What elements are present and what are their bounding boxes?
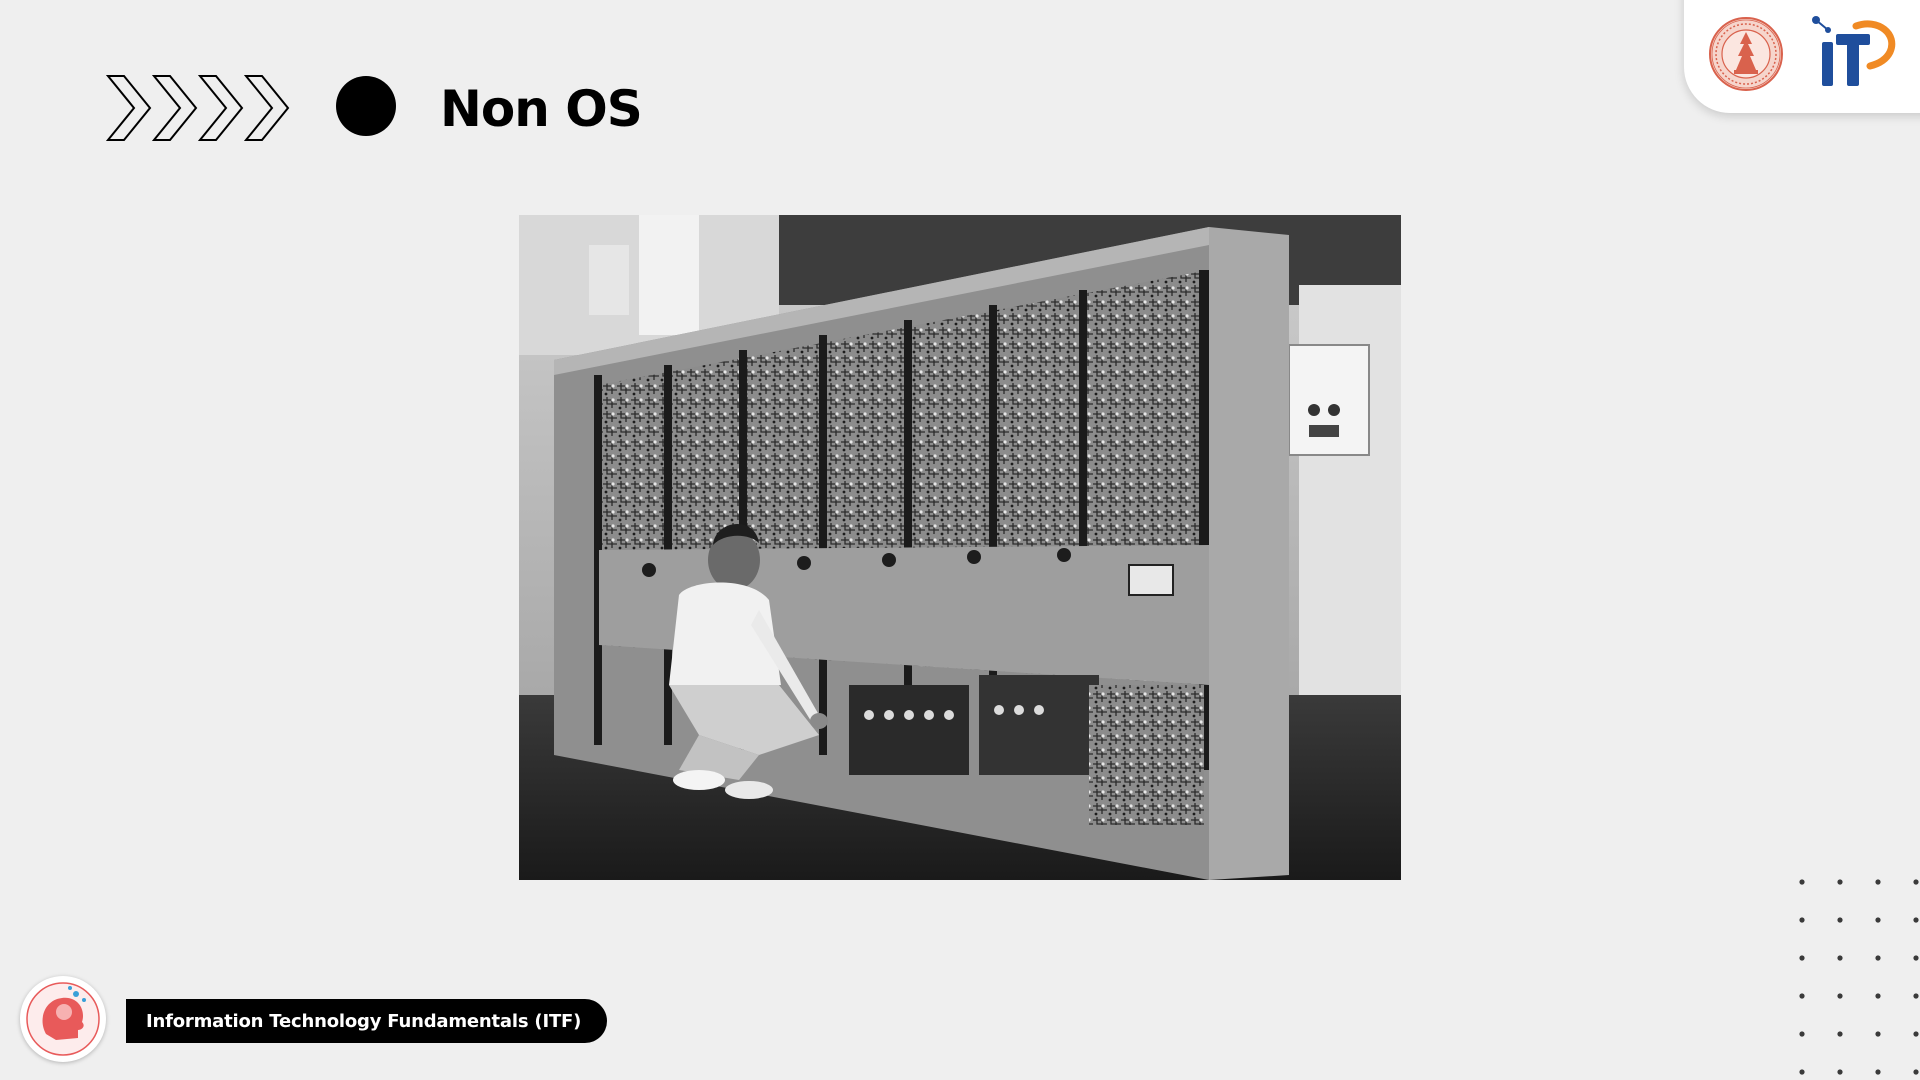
title-bullet <box>336 76 396 136</box>
vintage-computer-photo <box>519 215 1401 880</box>
brain-head-icon <box>26 982 100 1056</box>
chevrons-right-icon <box>106 75 290 141</box>
course-badge-logo <box>20 976 106 1062</box>
course-title-bar: Information Technology Fundamentals (ITF… <box>126 999 607 1043</box>
course-title: Information Technology Fundamentals (ITF… <box>146 1010 582 1032</box>
university-seal-icon <box>1709 17 1783 91</box>
slide: Non OS Information Technology Fundamenta… <box>0 0 1920 1080</box>
it-logo <box>1812 16 1896 86</box>
dot-grid-decoration <box>1799 879 1919 1075</box>
page-title: Non OS <box>440 80 643 138</box>
